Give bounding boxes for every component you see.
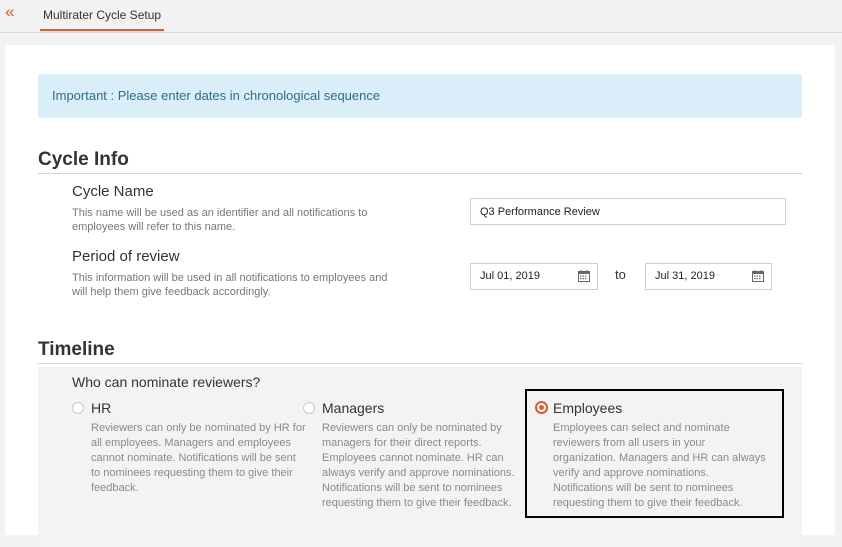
- employees-radio[interactable]: [535, 401, 548, 414]
- managers-option-description: Reviewers can only be nominated by manag…: [322, 422, 515, 509]
- hr-option-description: Reviewers can only be nominated by HR fo…: [91, 422, 306, 494]
- cycle-name-label: Cycle Name: [72, 183, 154, 200]
- date-range-to-label: to: [615, 267, 626, 282]
- cycle-info-title: Cycle Info: [38, 149, 129, 170]
- tab-multirater-cycle-setup[interactable]: Multirater Cycle Setup: [43, 8, 161, 22]
- cycle-name-description: This name will be used as an identifier …: [72, 207, 368, 233]
- calendar-icon[interactable]: [578, 270, 590, 282]
- timeline-title: Timeline: [38, 339, 115, 360]
- managers-radio[interactable]: [303, 402, 315, 414]
- calendar-icon[interactable]: [752, 270, 764, 282]
- start-date-value: Jul 01, 2019: [480, 270, 540, 282]
- cycle-name-input[interactable]: [470, 198, 786, 225]
- managers-option-title[interactable]: Managers: [322, 400, 384, 416]
- section-divider: [38, 173, 802, 174]
- employees-option-description: Employees can select and nominate review…: [553, 422, 766, 509]
- hr-radio[interactable]: [72, 402, 84, 414]
- active-tab-indicator: [40, 29, 164, 31]
- start-date-field[interactable]: Jul 01, 2019: [470, 263, 598, 290]
- section-divider: [38, 363, 802, 364]
- nominate-question: Who can nominate reviewers?: [72, 374, 261, 390]
- end-date-value: Jul 31, 2019: [655, 270, 715, 282]
- employees-option-title[interactable]: Employees: [553, 400, 622, 416]
- period-label: Period of review: [72, 248, 180, 265]
- double-chevron-left-icon[interactable]: «: [5, 3, 14, 21]
- setup-panel: Important : Please enter dates in chrono…: [5, 45, 835, 547]
- top-bar: « Multirater Cycle Setup: [0, 0, 842, 33]
- period-description: This information will be used in all not…: [72, 272, 388, 298]
- info-alert: Important : Please enter dates in chrono…: [38, 74, 802, 118]
- end-date-field[interactable]: Jul 31, 2019: [645, 263, 772, 290]
- hr-option-title[interactable]: HR: [91, 400, 111, 416]
